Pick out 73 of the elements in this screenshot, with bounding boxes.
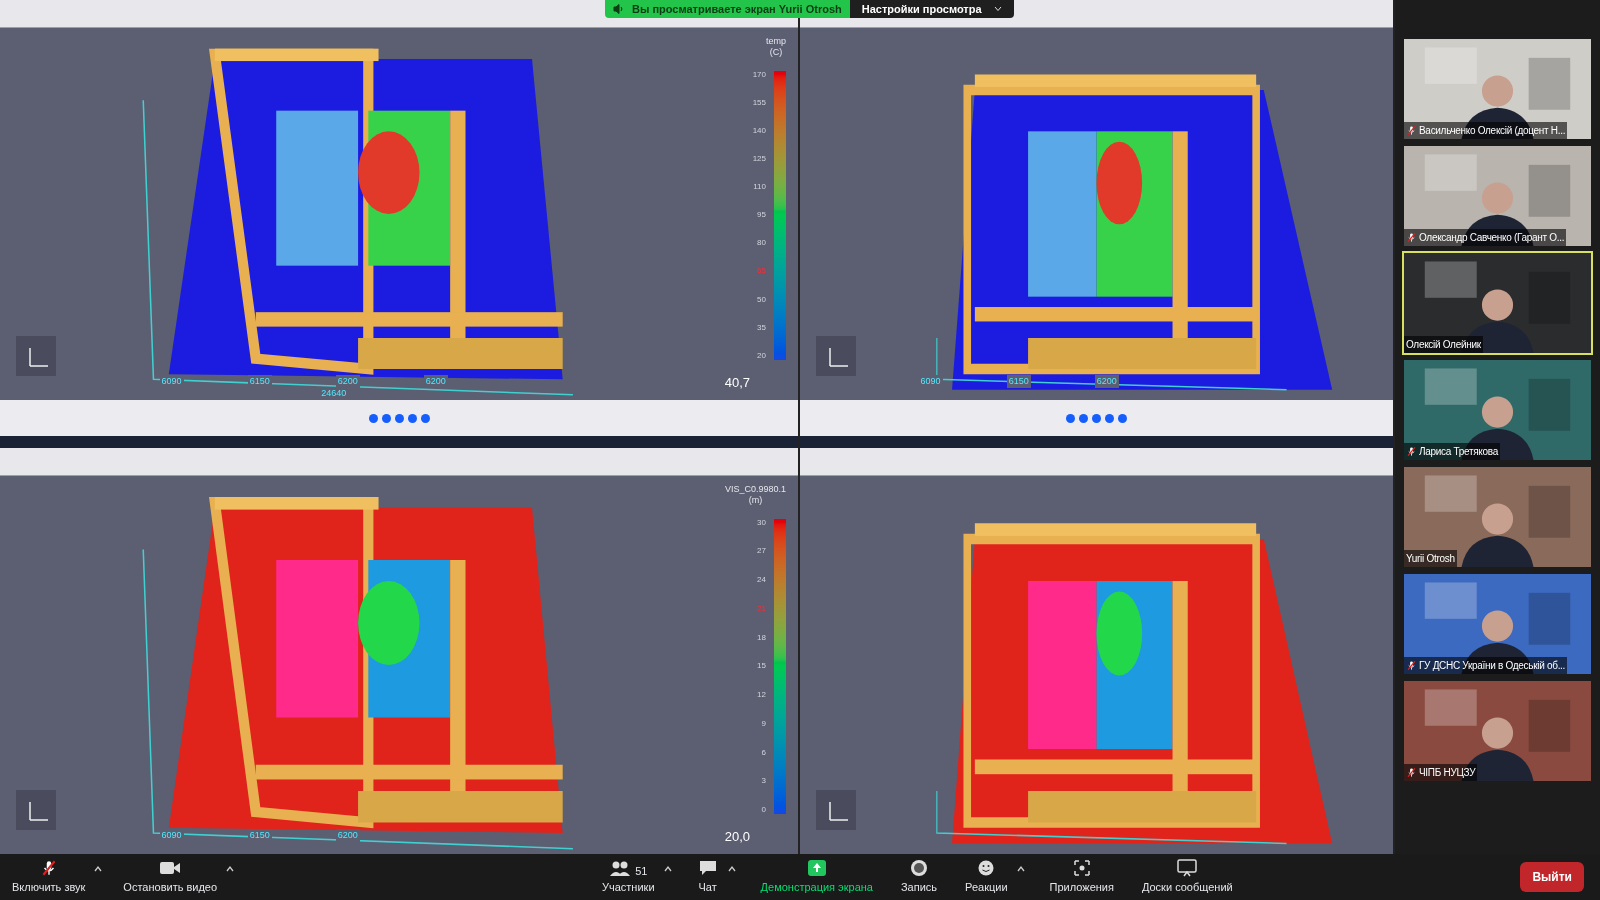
muted-mic-icon [1406,232,1417,243]
share-screen-icon [805,858,828,877]
legend-tick: 50 [756,295,766,304]
participant-name: Олексій Олейник [1406,338,1481,352]
legend-tick: 125 [752,154,766,163]
legend-tick: 155 [752,98,766,107]
video-tile[interactable]: ЧІПБ НУЦЗУ [1402,679,1593,783]
legend-title: (C) [769,47,783,59]
legend-tick: 140 [752,126,766,135]
legend-tick: 24 [757,576,766,584]
video-tile[interactable]: Васильченко Олексій (доцент Н... [1402,37,1593,141]
participant-name: ЧІПБ НУЦЗУ [1419,766,1476,780]
legend-tick: 95 [756,211,766,220]
toolbar-button[interactable]: Включить звук [8,858,90,896]
toolbar-button[interactable]: Остановить видео [119,858,222,896]
leave-button[interactable]: Выйти [1520,862,1584,892]
time-value: 20,0 [724,827,750,846]
legend-tick: 6 [760,748,766,757]
participant-name: Yurii Otrosh [1406,552,1455,566]
muted-mic-icon [1406,125,1417,136]
legend-tick: 80 [756,239,766,248]
video-tile[interactable]: Олексій Олейник [1402,251,1593,355]
toolbar-button[interactable]: Чат [692,858,723,896]
video-tile[interactable]: Yurii Otrosh [1402,465,1593,569]
video-tile[interactable]: Лариса Третякова [1402,358,1593,462]
time-value: 40,7 [724,373,750,392]
axis-gizmo-icon [16,790,56,830]
caret-icon[interactable] [225,865,236,873]
caret-icon[interactable] [1015,865,1026,873]
legend-tick: 170 [752,70,766,79]
participant-name: Олександр Савченко (Гарант О... [1419,231,1565,245]
participant-name: ГУ ДСНС України в Одеській об... [1419,659,1566,673]
legend-tick: 18 [757,633,766,642]
legend-tick: 0 [760,806,766,814]
view-options-button[interactable]: Настройки просмотра [849,0,1014,18]
legend-tick: 110 [752,183,766,192]
legend-tick: 65 [756,267,766,276]
legend-tick: 20 [756,351,766,360]
axis-gizmo-icon [816,336,856,376]
speaker-icon [613,4,624,14]
toolbar-button[interactable]: Запись [896,858,942,896]
axis-gizmo-icon [816,790,856,830]
video-tile[interactable]: ГУ ДСНС України в Одеській об... [1402,572,1593,676]
muted-mic-icon [1406,446,1417,457]
toolbar-button[interactable]: Приложения [1045,858,1118,896]
muted-mic-icon [1406,660,1417,671]
video-tile[interactable]: Олександр Савченко (Гарант О... [1402,144,1593,248]
muted-mic-icon [1406,767,1417,778]
axis-gizmo-icon [16,336,56,376]
caret-icon[interactable] [726,865,737,873]
toolbar-button[interactable]: Доски сообщений [1137,858,1237,896]
toolbar-button[interactable]: Реакции [961,858,1012,896]
participant-name: Васильченко Олексій (доцент Н... [1419,124,1566,138]
legend-title: VIS_C0.9980.1 [724,484,786,496]
caret-icon[interactable] [93,865,104,873]
caret-icon[interactable] [662,865,673,873]
toolbar-button[interactable]: 51 Участники [598,858,659,896]
participant-name: Лариса Третякова [1419,445,1498,459]
sharing-text: Вы просматриваете экран Yurii Otrosh [632,1,842,17]
record-icon [908,858,930,877]
legend-title: (m) [748,495,763,507]
chevron-down-icon [993,6,1002,12]
legend-tick: 9 [760,719,766,728]
legend-tick: 27 [757,547,766,556]
legend-tick: 35 [756,323,766,332]
legend-tick: 21 [757,604,766,613]
legend-tick: 30 [757,518,766,527]
legend-tick: 12 [757,691,766,699]
toolbar-button[interactable]: Демонстрация экрана [756,858,877,896]
legend-tick: 3 [760,777,766,786]
whiteboard-icon [1176,858,1199,877]
legend-tick: 15 [757,662,766,671]
legend-title: temp [766,36,786,48]
